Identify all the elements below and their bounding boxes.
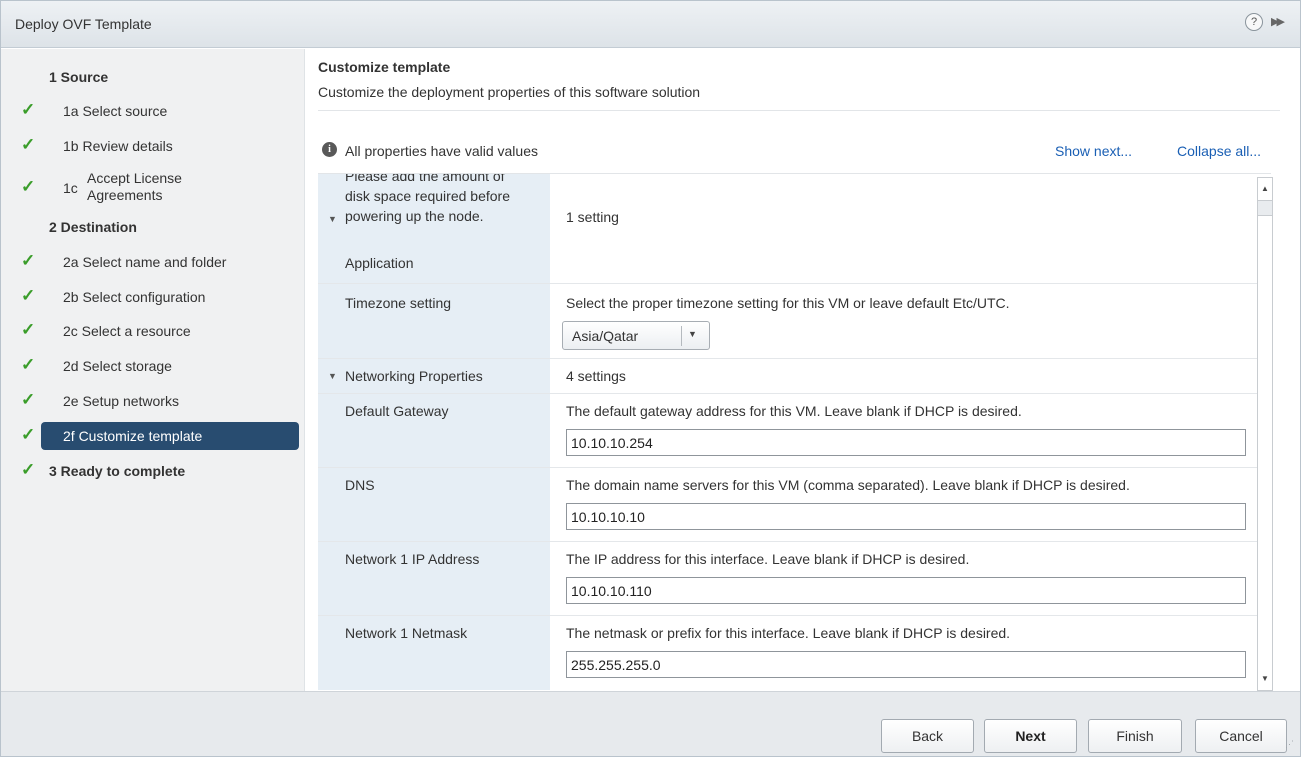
group-label: Networking Properties (345, 368, 483, 384)
show-next-link[interactable]: Show next... (1055, 143, 1132, 159)
timezone-select[interactable]: Asia/Qatar ▼ (562, 321, 710, 350)
networking-group-row: ▼ Networking Properties 4 settings (318, 359, 1271, 394)
group-label: Please add the amount of disk space requ… (345, 173, 510, 226)
step-select-name-folder[interactable]: ✓ 2a Select name and folder (1, 246, 305, 276)
step-accept-license[interactable]: ✓ 1c Accept License Agreements (1, 170, 305, 206)
step-number: 1c (63, 180, 78, 196)
resize-grip-icon[interactable]: ⋰ (1285, 739, 1294, 750)
step-label: 3 Ready to complete (49, 463, 186, 479)
step-label: 2e Setup networks (63, 393, 179, 409)
deploy-ovf-dialog: Deploy OVF Template ? ▶▶ 1 Source ✓ 1a S… (0, 0, 1301, 757)
group-label-line2: powering up the node. (345, 208, 484, 224)
step-ready-to-complete[interactable]: ✓ 3 Ready to complete (1, 455, 305, 485)
check-icon: ✓ (21, 135, 36, 154)
step-review-details[interactable]: ✓ 1b Review details (1, 130, 305, 160)
dialog-footer: Back Next Finish Cancel (1, 691, 1300, 756)
dns-row: DNS The domain name servers for this VM … (318, 468, 1271, 542)
property-description: The IP address for this interface. Leave… (566, 551, 970, 567)
step-select-storage[interactable]: ✓ 2d Select storage (1, 350, 305, 380)
property-label: Default Gateway (345, 403, 449, 419)
step-customize-template[interactable]: ✓ 2f Customize template (1, 420, 305, 450)
step-label: 2b Select configuration (63, 289, 206, 305)
collapse-all-link[interactable]: Collapse all... (1177, 143, 1261, 159)
collapse-caret-icon[interactable]: ▼ (328, 214, 337, 224)
next-button[interactable]: Next (984, 719, 1077, 753)
gateway-input[interactable]: 10.10.10.254 (566, 429, 1246, 456)
check-icon: ✓ (21, 425, 36, 444)
scroll-down-icon[interactable]: ▼ (1258, 668, 1272, 690)
property-label: Network 1 Netmask (345, 625, 468, 641)
property-label: Timezone setting (345, 295, 452, 311)
validation-status: All properties have valid values (345, 143, 538, 159)
scroll-thumb[interactable] (1258, 200, 1272, 216)
property-description: The default gateway address for this VM.… (566, 403, 1022, 419)
step-select-source[interactable]: ✓ 1a Select source (1, 95, 305, 125)
check-icon: ✓ (21, 355, 36, 374)
group-label-line0: Please add the amount of (345, 173, 505, 184)
step-select-configuration[interactable]: ✓ 2b Select configuration (1, 281, 305, 311)
info-icon: i (322, 142, 337, 157)
step-label: 2 Destination (49, 219, 137, 235)
property-description: Select the proper timezone setting for t… (566, 295, 1010, 311)
select-divider (681, 326, 682, 346)
collapse-caret-icon[interactable]: ▼ (328, 371, 337, 381)
step-destination: 2 Destination (1, 211, 305, 241)
ip-address-row: Network 1 IP Address The IP address for … (318, 542, 1271, 616)
title-bar: Deploy OVF Template ? ▶▶ (1, 1, 1300, 48)
step-select-resource[interactable]: ✓ 2c Select a resource (1, 315, 305, 345)
divider (318, 110, 1280, 111)
vertical-scrollbar[interactable]: ▲ ▼ (1257, 177, 1273, 691)
step-label-line1: Accept License (87, 170, 182, 186)
main-panel: Customize template Customize the deploym… (305, 49, 1300, 691)
wizard-steps-sidebar: 1 Source ✓ 1a Select source ✓ 1b Review … (1, 49, 305, 691)
step-label: 1 Source (49, 69, 109, 85)
check-icon: ✓ (21, 286, 36, 305)
page-title: Customize template (318, 59, 451, 75)
gateway-row: Default Gateway The default gateway addr… (318, 394, 1271, 468)
group-label-line1: disk space required before (345, 188, 510, 204)
chevron-down-icon: ▼ (688, 329, 697, 339)
properties-grid: Please add the amount of disk space requ… (318, 173, 1271, 690)
timezone-value: Asia/Qatar (572, 328, 639, 344)
help-icon[interactable]: ? (1245, 13, 1263, 31)
property-label: DNS (345, 477, 375, 493)
check-icon: ✓ (21, 320, 36, 339)
setting-count: 4 settings (566, 368, 626, 384)
page-description: Customize the deployment properties of t… (318, 84, 701, 100)
disk-space-group-row: Please add the amount of disk space requ… (318, 173, 1271, 284)
step-label: 2c Select a resource (63, 323, 191, 339)
step-setup-networks[interactable]: ✓ 2e Setup networks (1, 385, 305, 415)
step-label: 2a Select name and folder (63, 254, 227, 270)
expand-icon[interactable]: ▶▶ (1271, 13, 1285, 31)
application-label: Application (345, 255, 414, 271)
step-label: 1a Select source (63, 103, 168, 119)
step-label-line2: Agreements (87, 187, 163, 203)
dialog-title: Deploy OVF Template (15, 16, 152, 32)
step-label: Accept License Agreements (87, 170, 182, 204)
property-description: The domain name servers for this VM (com… (566, 477, 1130, 493)
step-label: 1b Review details (63, 138, 173, 154)
check-icon: ✓ (21, 177, 36, 196)
check-icon: ✓ (21, 460, 36, 479)
property-label: Network 1 IP Address (345, 551, 480, 567)
timezone-row: Timezone setting Select the proper timez… (318, 284, 1271, 359)
dns-input[interactable]: 10.10.10.10 (566, 503, 1246, 530)
step-label: 2d Select storage (63, 358, 172, 374)
setting-count: 1 setting (566, 209, 619, 225)
netmask-row: Network 1 Netmask The netmask or prefix … (318, 616, 1271, 690)
property-description: The netmask or prefix for this interface… (566, 625, 1011, 641)
cancel-button[interactable]: Cancel (1195, 719, 1287, 753)
check-icon: ✓ (21, 390, 36, 409)
scroll-up-icon[interactable]: ▲ (1258, 178, 1272, 200)
check-icon: ✓ (21, 100, 36, 119)
finish-button[interactable]: Finish (1088, 719, 1182, 753)
netmask-input[interactable]: 255.255.255.0 (566, 651, 1246, 678)
step-label: 2f Customize template (63, 428, 203, 444)
back-button[interactable]: Back (881, 719, 974, 753)
ip-address-input[interactable]: 10.10.10.110 (566, 577, 1246, 604)
check-icon: ✓ (21, 251, 36, 270)
step-source: 1 Source (1, 61, 305, 91)
